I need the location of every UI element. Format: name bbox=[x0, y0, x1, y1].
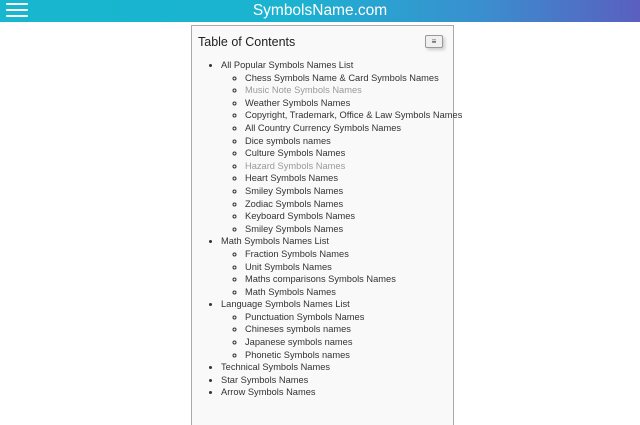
toc-item: Fraction Symbols Names bbox=[245, 248, 462, 261]
toc-item: Weather Symbols Names bbox=[245, 97, 462, 110]
toc-item: Phonetic Symbols names bbox=[245, 349, 462, 362]
toc-item: Maths comparisons Symbols Names bbox=[245, 273, 462, 286]
toc-list: All Popular Symbols Names List Chess Symb… bbox=[192, 59, 462, 399]
toc-item: Keyboard Symbols Names bbox=[245, 210, 462, 223]
toc-section-link[interactable]: Arrow Symbols Names bbox=[221, 387, 316, 397]
toc-item: Music Note Symbols Names bbox=[245, 84, 462, 97]
toc-sublist: Punctuation Symbols Names Chineses symbol… bbox=[221, 311, 462, 361]
toc-item: Culture Symbols Names bbox=[245, 147, 462, 160]
toc-section: Arrow Symbols Names bbox=[221, 386, 462, 399]
toc-item-link[interactable]: Chess Symbols Name & Card Symbols Names bbox=[245, 73, 439, 83]
toc-item-link[interactable]: All Country Currency Symbols Names bbox=[245, 123, 401, 133]
list-toggle-icon[interactable]: ≡ bbox=[425, 35, 443, 48]
toc-item-link[interactable]: Japanese symbols names bbox=[245, 337, 353, 347]
toc-item: Math Symbols Names bbox=[245, 286, 462, 299]
toc-item: Dice symbols names bbox=[245, 135, 462, 148]
toc-item-link[interactable]: Math Symbols Names bbox=[245, 287, 336, 297]
toc-section-link[interactable]: All Popular Symbols Names List bbox=[221, 60, 353, 70]
toc-section-link[interactable]: Math Symbols Names List bbox=[221, 236, 329, 246]
toc-section-link[interactable]: Star Symbols Names bbox=[221, 375, 308, 385]
toc-item: Smiley Symbols Names bbox=[245, 185, 462, 198]
toc-item-link[interactable]: Hazard Symbols Names bbox=[245, 161, 345, 171]
toc-section-link[interactable]: Technical Symbols Names bbox=[221, 362, 330, 372]
toc-item-link[interactable]: Copyright, Trademark, Office & Law Symbo… bbox=[245, 110, 462, 120]
toc-item: Hazard Symbols Names bbox=[245, 160, 462, 173]
toc-section: Star Symbols Names bbox=[221, 374, 462, 387]
toc-item: Heart Symbols Names bbox=[245, 172, 462, 185]
toc-sublist: Fraction Symbols Names Unit Symbols Names… bbox=[221, 248, 462, 298]
toc-item-link[interactable]: Chineses symbols names bbox=[245, 324, 351, 334]
toc-item-link[interactable]: Dice symbols names bbox=[245, 136, 331, 146]
toc-item: All Country Currency Symbols Names bbox=[245, 122, 462, 135]
toc-item: Chineses symbols names bbox=[245, 323, 462, 336]
toc-section: All Popular Symbols Names List Chess Symb… bbox=[221, 59, 462, 235]
toc-section-link[interactable]: Language Symbols Names List bbox=[221, 299, 350, 309]
toc-item: Unit Symbols Names bbox=[245, 261, 462, 274]
toc-item: Punctuation Symbols Names bbox=[245, 311, 462, 324]
toc-item-link[interactable]: Keyboard Symbols Names bbox=[245, 211, 355, 221]
toc-section: Language Symbols Names List Punctuation S… bbox=[221, 298, 462, 361]
toc-item-link[interactable]: Maths comparisons Symbols Names bbox=[245, 274, 396, 284]
toc-item-link[interactable]: Phonetic Symbols names bbox=[245, 350, 350, 360]
toc-item-link[interactable]: Music Note Symbols Names bbox=[245, 85, 362, 95]
toc-item: Smiley Symbols Names bbox=[245, 223, 462, 236]
toc-item-link[interactable]: Zodiac Symbols Names bbox=[245, 199, 343, 209]
toc-item-link[interactable]: Fraction Symbols Names bbox=[245, 249, 349, 259]
toc-item: Chess Symbols Name & Card Symbols Names bbox=[245, 72, 462, 85]
table-of-contents: Table of Contents ≡ All Popular Symbols … bbox=[191, 25, 462, 425]
toc-item: Japanese symbols names bbox=[245, 336, 462, 349]
toc-item-link[interactable]: Weather Symbols Names bbox=[245, 98, 350, 108]
site-title[interactable]: SymbolsName.com bbox=[0, 1, 640, 21]
toc-sublist: Chess Symbols Name & Card Symbols Names M… bbox=[221, 72, 462, 236]
toc-section: Math Symbols Names List Fraction Symbols … bbox=[221, 235, 462, 298]
toc-item-link[interactable]: Culture Symbols Names bbox=[245, 148, 345, 158]
toc-section: Technical Symbols Names bbox=[221, 361, 462, 374]
toc-item-link[interactable]: Punctuation Symbols Names bbox=[245, 312, 364, 322]
toc-title: Table of Contents bbox=[198, 35, 296, 49]
toc-item-link[interactable]: Heart Symbols Names bbox=[245, 173, 338, 183]
toc-item-link[interactable]: Smiley Symbols Names bbox=[245, 186, 343, 196]
toc-item: Copyright, Trademark, Office & Law Symbo… bbox=[245, 109, 462, 122]
toc-item: Zodiac Symbols Names bbox=[245, 198, 462, 211]
toc-item-link[interactable]: Smiley Symbols Names bbox=[245, 224, 343, 234]
site-header: SymbolsName.com bbox=[0, 0, 640, 22]
toc-item-link[interactable]: Unit Symbols Names bbox=[245, 262, 332, 272]
